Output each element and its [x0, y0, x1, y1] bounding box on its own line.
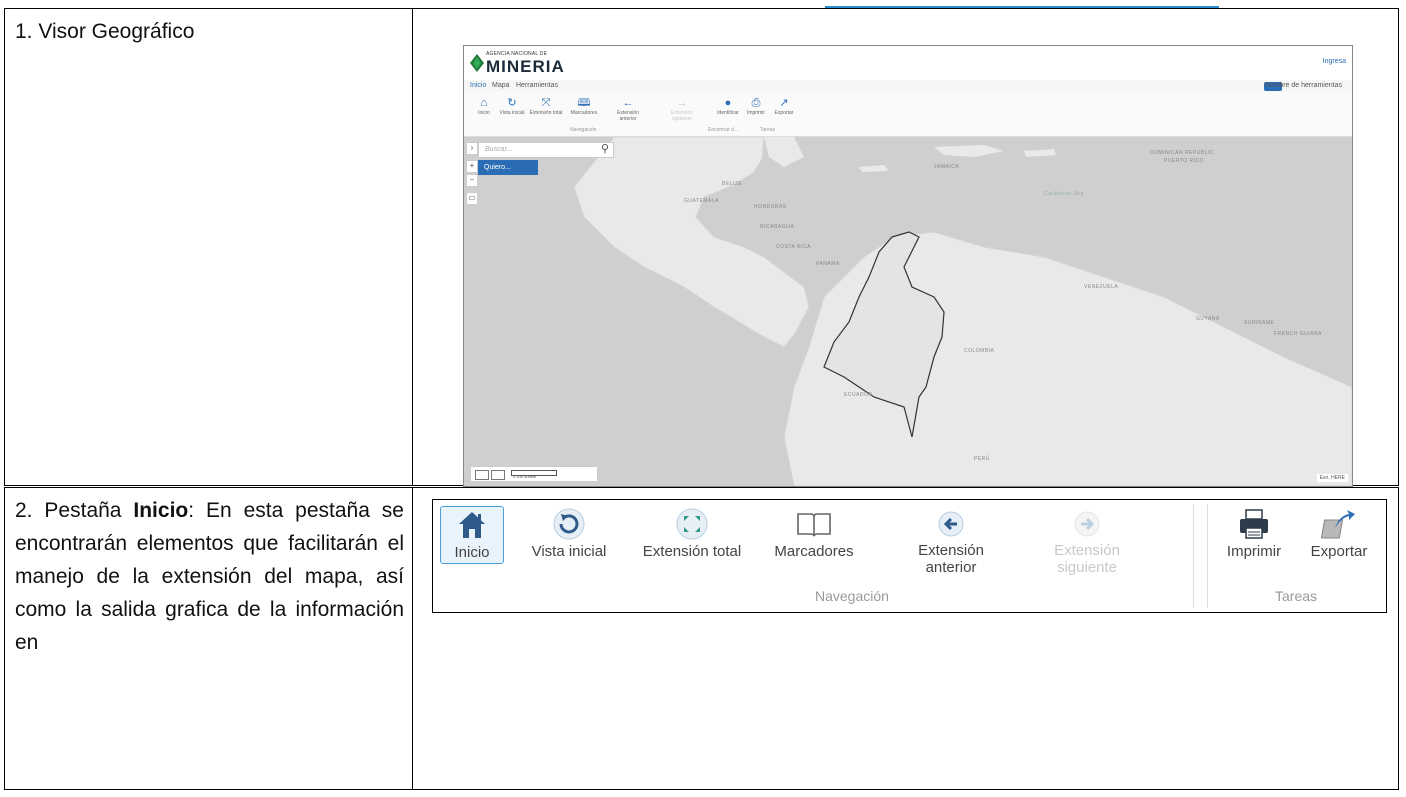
printer-icon: [1240, 509, 1268, 539]
map-label-puerto: PUERTO RICO: [1164, 158, 1205, 164]
scale-bar: 0 200 400km: [470, 466, 598, 482]
arrow-right-icon: [1074, 511, 1100, 537]
ribbon-label: Imprimir: [1226, 543, 1282, 560]
book-icon: [797, 513, 831, 537]
map-label-jamaica: JAMAICA: [934, 164, 960, 170]
caption-cell-1: 1. Visor Geográfico: [4, 8, 413, 487]
map-label-honduras: HONDURAS: [754, 204, 787, 210]
map-tool-marcadores[interactable]: 🕮 Marcadores: [564, 96, 604, 116]
ribbon-label: Inicio: [454, 544, 490, 561]
expand-icon: ⤧: [541, 97, 551, 109]
book-icon: 🕮: [577, 97, 591, 109]
map-label-suriname: SURINAME: [1244, 320, 1275, 326]
map-tool-label: Extensión total: [529, 110, 563, 116]
group-encontrar-label: Encontrar d...: [708, 127, 739, 133]
caption-cell-2: 2. Pestaña Inicio: En esta pestaña se en…: [4, 485, 413, 790]
group-navegacion-label: Navegación: [815, 588, 889, 604]
search-input[interactable]: Buscar... ⚲: [478, 142, 614, 158]
map-label-guatemala: GUATEMALA: [684, 198, 719, 204]
coordinates-icon[interactable]: [491, 470, 505, 480]
arrow-right-icon: →: [676, 97, 688, 109]
ribbon-label: Extensión total: [642, 543, 742, 560]
caption-prefix: 2. Pestaña: [15, 499, 134, 522]
tab-herramientas[interactable]: Herramientas: [516, 82, 558, 89]
login-link[interactable]: Ingresa: [1323, 58, 1346, 65]
map-tool-extension-anterior[interactable]: ← Extensión anterior: [608, 96, 648, 122]
ribbon-marcadores-button[interactable]: Marcadores: [763, 506, 865, 561]
caption-inicio: 2. Pestaña Inicio: En esta pestaña se en…: [5, 488, 412, 659]
search-icon[interactable]: ⚲: [601, 142, 609, 156]
quiero-button[interactable]: Quiero...: [478, 160, 538, 175]
expand-icon: [676, 508, 708, 540]
ribbon-vista-inicial-button[interactable]: Vista inicial: [515, 506, 623, 561]
ribbon-exportar-button[interactable]: Exportar: [1297, 506, 1381, 561]
tab-mapa[interactable]: Mapa: [492, 82, 510, 89]
tab-inicio[interactable]: Inicio: [470, 82, 486, 89]
map-label-french-guiana: FRENCH GUIANA: [1274, 331, 1322, 337]
tool-names-label: Nombre de herramientas: [1264, 82, 1342, 89]
map-viewer-screenshot: AGENCIA NACIONAL DE MINERIA Ingresa Inic…: [463, 45, 1353, 487]
zoom-in-button[interactable]: +: [466, 160, 478, 173]
map-label-nicaragua: NICARAGUA: [760, 224, 795, 230]
map-tool-extension-siguiente[interactable]: → Extensión siguiente: [662, 96, 702, 122]
group-tareas-label: Tareas: [1275, 588, 1318, 604]
image-cell-1: AGENCIA NACIONAL DE MINERIA Ingresa Inic…: [412, 8, 1399, 487]
ribbon-label: Extensión siguiente: [1054, 542, 1120, 576]
ribbon-extension-anterior-button[interactable]: Extensión anterior: [899, 506, 1003, 576]
map-tool-label: Exportar: [774, 110, 794, 116]
expand-panel-button[interactable]: ›: [466, 142, 478, 155]
map-label-ecuador: ECUADOR: [844, 392, 873, 398]
export-icon: ↗: [779, 97, 789, 109]
map-label-peru: PERÚ: [974, 456, 990, 462]
ribbon-extension-total-button[interactable]: Extensión total: [629, 506, 755, 561]
zoom-out-button[interactable]: −: [466, 174, 478, 187]
group-navegacion-label: Navegación: [570, 127, 597, 133]
map-tool-exportar[interactable]: ↗ Exportar: [764, 96, 804, 116]
ribbon-imprimir-button[interactable]: Imprimir: [1211, 506, 1297, 561]
map-label-guyana: GUYANA: [1196, 316, 1220, 322]
attribution: Esri, HERE: [1316, 474, 1348, 482]
map-tool-label: Extensión siguiente: [671, 110, 693, 122]
arrow-left-icon: ←: [622, 97, 634, 109]
ribbon-label: Extensión anterior: [918, 542, 984, 576]
map-label-dominican: DOMINICAN REPUBLIC: [1150, 150, 1215, 156]
map-tool-extension-total[interactable]: ⤧ Extensión total: [526, 96, 566, 116]
map-label-caribbean: Caribbean Sea: [1044, 191, 1084, 197]
arrow-left-icon: [938, 511, 964, 537]
refresh-icon: [553, 508, 585, 540]
image-cell-2: Inicio Vista inicial Extensión total Mar…: [412, 485, 1399, 790]
ribbon-label: Exportar: [1310, 543, 1368, 560]
map-label-panama: PANAMA: [816, 261, 840, 267]
basemap-icon[interactable]: [475, 470, 489, 480]
caption-rest: : En esta pestaña se encontrarán element…: [15, 499, 404, 654]
caption-visor: 1. Visor Geográfico: [15, 20, 195, 43]
map-toolbar: ⌂ Inicio ↻ Vista inicial ⤧ Extensión total …: [464, 92, 1352, 137]
bookmarks-side-icon[interactable]: ▭: [466, 192, 478, 205]
document-table: 1. Visor Geográfico AGENCIA NACIONAL DE …: [4, 8, 1399, 790]
search-placeholder: Buscar...: [485, 146, 513, 153]
map-label-belize: BELIZE: [722, 181, 743, 187]
ribbon-group-divider: [1193, 504, 1194, 608]
map-label-costa: COSTA RICA: [776, 244, 811, 250]
export-icon: [1321, 510, 1355, 539]
ribbon-inicio-button[interactable]: Inicio: [440, 506, 504, 564]
map-tabs: Inicio Mapa Herramientas Nombre de herra…: [464, 80, 1352, 92]
scale-text: 0 200 400km: [513, 474, 537, 479]
ribbon-label: Vista inicial: [531, 543, 607, 560]
basemap[interactable]: [464, 137, 1352, 486]
map-header: AGENCIA NACIONAL DE MINERIA Ingresa: [464, 46, 1352, 81]
caption-bold: Inicio: [133, 499, 189, 522]
map-label-venezuela: VENEZUELA: [1084, 284, 1119, 290]
map-label-colombia: COLOMBIA: [964, 348, 995, 354]
ribbon-group-divider: [1207, 504, 1208, 608]
home-icon: [459, 512, 485, 538]
map-tool-label: Extensión anterior: [617, 110, 639, 122]
ribbon-extension-siguiente-button[interactable]: Extensión siguiente: [1035, 506, 1139, 576]
group-tareas-label: Tareas: [760, 127, 776, 133]
logo-diamond-icon: [470, 54, 484, 72]
inicio-ribbon-zoom: Inicio Vista inicial Extensión total Mar…: [432, 499, 1387, 613]
ribbon-label: Marcadores: [774, 543, 854, 560]
logo-title: MINERIA: [486, 57, 565, 76]
map-tool-label: Marcadores: [570, 110, 598, 116]
